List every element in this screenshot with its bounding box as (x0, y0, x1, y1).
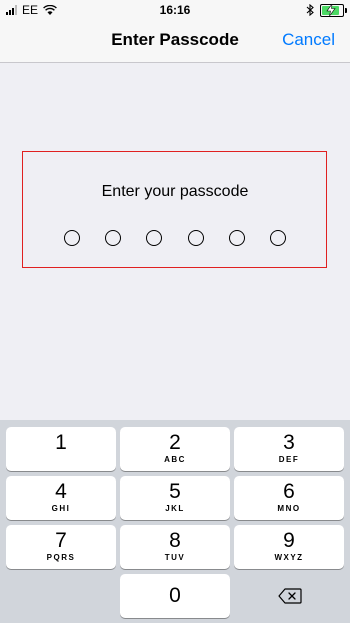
key-0[interactable]: 0 (120, 574, 230, 618)
key-digit: 8 (169, 529, 181, 552)
passcode-dot (269, 230, 286, 246)
key-digit: 4 (55, 480, 67, 503)
passcode-dot (187, 230, 204, 246)
key-letters: TUV (164, 553, 186, 562)
battery-icon (320, 3, 347, 17)
key-4[interactable]: 4 GHI (6, 476, 116, 520)
key-1[interactable]: 1 (6, 427, 116, 471)
numeric-keypad: 1 2 ABC 3 DEF 4 GHI 5 JKL 6 MNO 7 PQRS 8… (0, 420, 350, 623)
passcode-dot (105, 230, 122, 246)
key-6[interactable]: 6 MNO (234, 476, 344, 520)
bluetooth-icon (306, 4, 314, 16)
key-9[interactable]: 9 WXYZ (234, 525, 344, 569)
charging-bolt-icon (326, 3, 336, 16)
passcode-dot (64, 230, 80, 246)
passcode-dots (64, 230, 286, 246)
backspace-icon (278, 588, 302, 604)
key-letters: ABC (164, 455, 186, 464)
passcode-dot (146, 230, 163, 246)
key-2[interactable]: 2 ABC (120, 427, 230, 471)
key-digit: 7 (55, 529, 67, 552)
key-3[interactable]: 3 DEF (234, 427, 344, 471)
battery-cap (345, 7, 347, 13)
key-digit: 0 (169, 584, 181, 607)
key-letters: GHI (51, 504, 71, 513)
status-right (306, 3, 347, 17)
key-digit: 5 (169, 480, 181, 503)
key-letters: DEF (278, 455, 300, 464)
key-digit: 3 (283, 431, 295, 454)
key-digit: 2 (169, 431, 181, 454)
key-letters: JKL (165, 504, 185, 513)
key-letters: MNO (277, 504, 301, 513)
key-7[interactable]: 7 PQRS (6, 525, 116, 569)
passcode-dot (228, 230, 245, 246)
status-time: 16:16 (159, 3, 191, 17)
key-digit: 6 (283, 480, 295, 503)
navigation-bar: Enter Passcode Cancel (0, 20, 350, 63)
passcode-highlight-box (22, 151, 327, 268)
delete-button[interactable] (234, 574, 344, 618)
key-digit: 1 (55, 431, 67, 454)
key-digit: 9 (283, 529, 295, 552)
key-5[interactable]: 5 JKL (120, 476, 230, 520)
status-bar: EE 16:16 (0, 0, 350, 20)
key-8[interactable]: 8 TUV (120, 525, 230, 569)
key-letters: WXYZ (274, 553, 304, 562)
key-letters: PQRS (46, 553, 76, 562)
passcode-prompt: Enter your passcode (101, 183, 249, 200)
cancel-button[interactable]: Cancel (282, 30, 335, 50)
